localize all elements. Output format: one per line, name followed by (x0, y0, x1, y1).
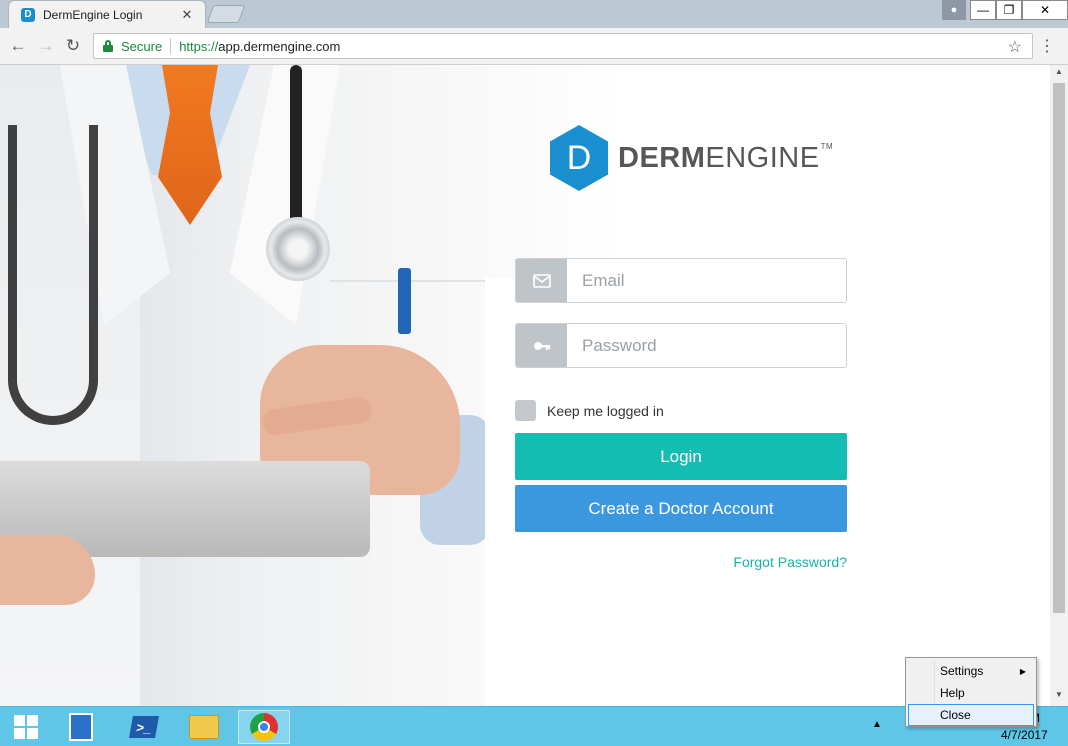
scroll-thumb[interactable] (1053, 83, 1065, 613)
user-profile-icon[interactable]: ● (942, 0, 966, 20)
clock-date[interactable]: 4/7/2017 (1001, 728, 1048, 742)
start-button[interactable] (0, 710, 52, 744)
password-input[interactable] (567, 324, 846, 367)
secure-label: Secure (121, 38, 163, 54)
menu-item-settings[interactable]: Settings ▶ (908, 660, 1034, 682)
url-host: app.dermengine.com (218, 38, 341, 54)
folder-icon (189, 715, 219, 739)
bookmark-star-icon[interactable]: ☆ (1008, 37, 1022, 57)
dermengine-logo: D DERMENGINETM (550, 125, 833, 191)
email-field[interactable] (515, 258, 847, 303)
create-doctor-account-button[interactable]: Create a Doctor Account (515, 485, 847, 532)
server-manager-icon (69, 713, 93, 741)
windows-logo-icon (14, 715, 38, 739)
server-manager-button[interactable] (55, 710, 107, 744)
logo-wordmark: DERMENGINETM (618, 142, 833, 175)
hand-holding-tablet-shape (0, 535, 95, 605)
stethoscope-shape (8, 125, 98, 425)
back-icon[interactable]: ← (8, 36, 28, 56)
logo-word-light: ENGINE (705, 141, 820, 174)
forward-icon[interactable]: → (36, 36, 56, 56)
menu-item-help[interactable]: Help (908, 682, 1034, 704)
menu-item-settings-label: Settings (940, 664, 984, 678)
browser-window: D DermEngine Login ✕ ● — ❐ ✕ ← → ↻ Secur… (0, 0, 1068, 746)
tab-dermengine-login[interactable]: D DermEngine Login ✕ (8, 0, 206, 28)
powershell-button[interactable]: >_ (118, 710, 170, 744)
login-button[interactable]: Login (515, 433, 847, 480)
keep-logged-in-checkbox[interactable] (515, 400, 536, 421)
reload-icon[interactable]: ↻ (63, 36, 83, 56)
lapel-right-shape (230, 65, 340, 325)
keep-logged-in-row: Keep me logged in (515, 400, 664, 421)
address-bar[interactable]: Secure https:// app.dermengine.com ☆ (93, 33, 1033, 59)
email-input[interactable] (567, 259, 846, 302)
browser-toolbar: ← → ↻ Secure https:// app.dermengine.com… (0, 28, 1068, 65)
logo-word-bold: DERM (618, 141, 706, 174)
new-tab-button[interactable] (206, 5, 246, 23)
forgot-password-link[interactable]: Forgot Password? (700, 554, 847, 570)
pen-shape (398, 268, 411, 334)
stethoscope-tube-shape (290, 65, 302, 225)
kebab-menu-icon[interactable]: ⋮ (1039, 36, 1055, 56)
powershell-icon: >_ (129, 716, 159, 738)
menu-item-close-label: Close (940, 708, 971, 722)
tray-app-icon[interactable] (892, 721, 906, 735)
scroll-down-icon[interactable]: ▼ (1050, 690, 1068, 704)
password-field[interactable] (515, 323, 847, 368)
page-scrollbar[interactable]: ▲ ▼ (1050, 65, 1068, 706)
menu-item-close[interactable]: Close (908, 704, 1034, 726)
url-scheme: https:// (179, 38, 219, 54)
key-icon (516, 324, 567, 367)
file-explorer-button[interactable] (178, 710, 230, 744)
keep-logged-in-label[interactable]: Keep me logged in (547, 403, 664, 419)
tray-context-menu: Settings ▶ Help Close (905, 657, 1037, 727)
logo-mark: D (550, 125, 608, 191)
logo-trademark: TM (820, 141, 834, 151)
dermengine-favicon-icon: D (21, 7, 35, 22)
submenu-arrow-icon: ▶ (1019, 666, 1026, 676)
stethoscope-chestpiece-shape (266, 217, 330, 281)
window-controls: ● — ❐ ✕ (942, 0, 1068, 20)
lock-icon (103, 40, 113, 52)
minimize-button[interactable]: — (970, 0, 996, 20)
page-content (0, 65, 1050, 706)
scroll-up-icon[interactable]: ▲ (1050, 67, 1068, 81)
tab-title: DermEngine Login (43, 7, 143, 22)
restore-button[interactable]: ❐ (996, 0, 1022, 20)
envelope-icon (516, 259, 567, 302)
tray-overflow-icon[interactable]: ▲ (872, 719, 882, 730)
menu-item-help-label: Help (940, 686, 965, 700)
tab-close-icon[interactable]: ✕ (179, 7, 195, 23)
chrome-taskbar-button[interactable] (238, 710, 290, 744)
chrome-icon (250, 713, 278, 741)
omnibox-divider (170, 38, 172, 54)
title-bar: D DermEngine Login ✕ ● — ❐ ✕ (0, 0, 1068, 28)
close-window-button[interactable]: ✕ (1022, 0, 1068, 20)
